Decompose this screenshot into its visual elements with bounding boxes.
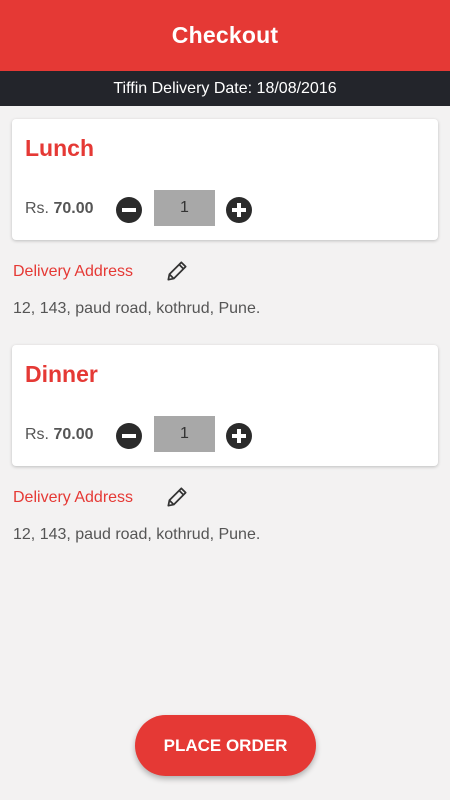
order-card-dinner: Dinner Rs. 70.00 1 bbox=[12, 345, 438, 466]
delivery-date-value: 18/08/2016 bbox=[256, 79, 337, 97]
delivery-address-label: Delivery Address bbox=[13, 263, 134, 280]
page-title: Checkout bbox=[171, 22, 279, 48]
pencil-icon[interactable] bbox=[164, 484, 190, 510]
place-order-button[interactable]: PLACE ORDER bbox=[135, 715, 316, 776]
price-value: 70.00 bbox=[53, 426, 94, 443]
price: Rs. 70.00 bbox=[25, 426, 94, 444]
increase-quantity-button[interactable] bbox=[226, 423, 252, 449]
increase-quantity-button[interactable] bbox=[226, 197, 252, 223]
meal-title: Dinner bbox=[25, 361, 98, 387]
order-card-lunch: Lunch Rs. 70.00 1 bbox=[12, 119, 438, 240]
decrease-quantity-button[interactable] bbox=[116, 197, 142, 223]
price-prefix: Rs. bbox=[25, 426, 49, 443]
decrease-quantity-button[interactable] bbox=[116, 423, 142, 449]
price-value: 70.00 bbox=[53, 200, 94, 217]
delivery-address-text: 12, 143, paud road, kothrud, Pune. bbox=[13, 526, 261, 543]
delivery-date-bar: Tiffin Delivery Date: 18/08/2016 bbox=[0, 71, 450, 106]
quantity-field[interactable]: 1 bbox=[154, 416, 215, 452]
quantity-field[interactable]: 1 bbox=[154, 190, 215, 226]
delivery-address-text: 12, 143, paud road, kothrud, Pune. bbox=[13, 300, 261, 317]
delivery-address-label: Delivery Address bbox=[13, 489, 134, 506]
app-bar: Checkout bbox=[0, 0, 450, 71]
meal-title: Lunch bbox=[25, 135, 94, 161]
price: Rs. 70.00 bbox=[25, 200, 94, 218]
price-prefix: Rs. bbox=[25, 200, 49, 217]
pencil-icon[interactable] bbox=[164, 258, 190, 284]
delivery-date-label: Tiffin Delivery Date: bbox=[113, 79, 253, 97]
